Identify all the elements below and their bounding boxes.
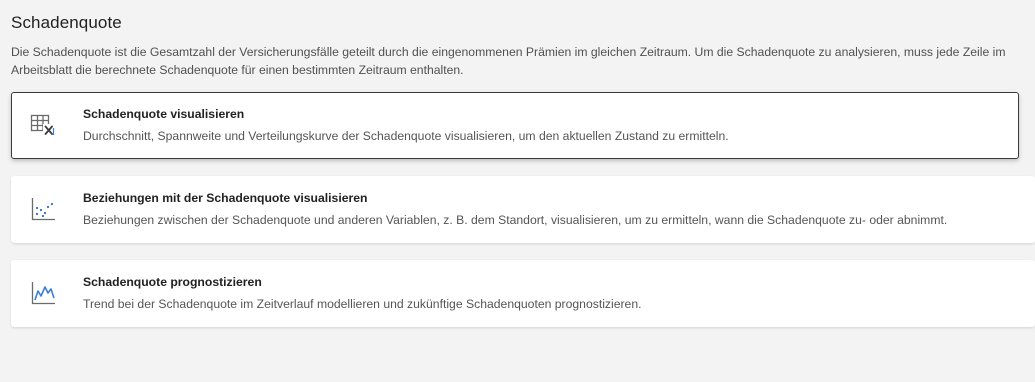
page-title: Schadenquote [11,13,122,32]
card-description: Durchschnitt, Spannweite und Verteilungs… [83,129,729,143]
table-chart-icon [30,112,56,138]
card-title: Schadenquote prognostizieren [83,275,262,289]
card-title: Schadenquote visualisieren [83,107,245,121]
line-chart-icon [30,280,56,306]
card-description: Trend bei der Schadenquote im Zeitverlau… [83,297,642,311]
card-description: Beziehungen zwischen der Schadenquote un… [83,213,948,227]
scatterplot-icon [30,196,56,222]
card-visualize-relationships[interactable]: Beziehungen mit der Schadenquote visuali… [11,176,1035,243]
page-description: Die Schadenquote ist die Gesamtzahl der … [11,45,1006,77]
card-visualize-loss-ratio[interactable]: Schadenquote visualisieren Durchschnitt,… [11,92,1019,159]
card-forecast-loss-ratio[interactable]: Schadenquote prognostizieren Trend bei d… [11,260,1035,327]
card-title: Beziehungen mit der Schadenquote visuali… [83,191,368,205]
